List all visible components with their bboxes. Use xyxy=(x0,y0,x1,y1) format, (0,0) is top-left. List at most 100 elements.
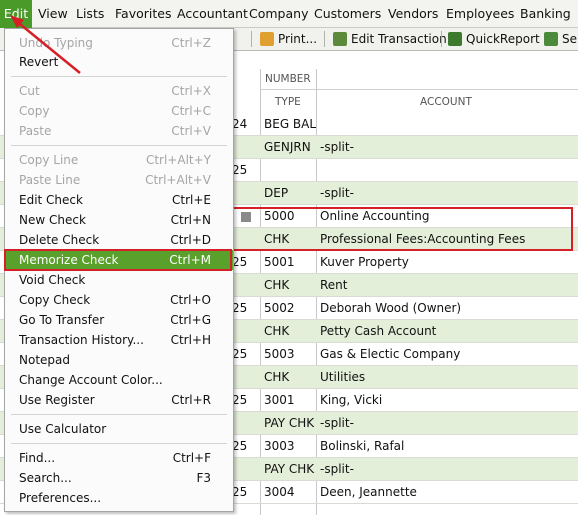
menu-separator xyxy=(11,145,227,146)
menu-item-label: Delete Check xyxy=(19,233,100,247)
menu-employees[interactable]: Employees xyxy=(446,0,514,28)
row-number-type: CHK xyxy=(264,324,290,338)
menu-item-use-calculator[interactable]: Use Calculator xyxy=(5,419,233,439)
print-label: Print... xyxy=(278,32,318,46)
menu-separator xyxy=(11,443,227,444)
menu-item-label: Paste Line xyxy=(19,173,81,187)
menu-item-go-to-transfer[interactable]: Go To Transfer Ctrl+G xyxy=(5,310,233,330)
menu-item-label: Edit Check xyxy=(19,193,83,207)
row-number-type: PAY CHK xyxy=(264,416,315,430)
menu-item-shortcut: Ctrl+R xyxy=(171,393,211,407)
menu-item-transaction-history[interactable]: Transaction History... Ctrl+H xyxy=(5,330,233,350)
menu-item-shortcut: Ctrl+X xyxy=(171,84,211,98)
menu-item-label: Find... xyxy=(19,451,56,465)
menu-item-copy-line: Copy Line Ctrl+Alt+Y xyxy=(5,150,233,170)
menu-item-change-account-color[interactable]: Change Account Color... xyxy=(5,370,233,390)
menu-item-label: Use Calculator xyxy=(19,422,107,436)
row-account: Kuver Property xyxy=(320,255,409,269)
row-date: 25 xyxy=(232,163,248,177)
header-number: NUMBER xyxy=(265,73,311,85)
quickreport-icon xyxy=(448,32,462,46)
row-account: -split- xyxy=(320,140,354,154)
row-account: Bolinski, Rafal xyxy=(320,439,405,453)
quickreport-button[interactable]: QuickReport xyxy=(448,30,540,48)
menu-company[interactable]: Company xyxy=(249,0,308,28)
row-date: 25 xyxy=(232,439,248,453)
menu-customers[interactable]: Customers xyxy=(314,0,381,28)
menu-item-shortcut: Ctrl+F xyxy=(172,451,211,465)
menu-item-shortcut: Ctrl+N xyxy=(170,213,211,227)
edit-transaction-label: Edit Transaction xyxy=(351,32,447,46)
row-date: 25 xyxy=(232,301,248,315)
menu-item-shortcut: Ctrl+Alt+V xyxy=(145,173,211,187)
menu-item-label: Notepad xyxy=(19,353,70,367)
menu-item-edit-check[interactable]: Edit Check Ctrl+E xyxy=(5,190,233,210)
menu-separator xyxy=(11,414,227,415)
menu-favorites[interactable]: Favorites xyxy=(115,0,171,28)
setup-icon xyxy=(544,32,558,46)
menu-item-notepad[interactable]: Notepad xyxy=(5,350,233,370)
edit-icon xyxy=(333,32,347,46)
menu-item-label: Copy xyxy=(19,104,50,118)
print-button[interactable]: Print... xyxy=(260,30,317,48)
edit-transaction-button[interactable]: Edit Transaction xyxy=(333,30,447,48)
menu-item-delete-check[interactable]: Delete Check Ctrl+D xyxy=(5,230,233,250)
row-account: King, Vicki xyxy=(320,393,383,407)
row-date: 25 xyxy=(232,485,248,499)
row-number-type: PAY CHK xyxy=(264,462,315,476)
menu-item-shortcut: Ctrl+Z xyxy=(171,36,211,50)
row-number-type: DEP xyxy=(264,186,289,200)
row-number-type: 5002 xyxy=(264,301,295,315)
menu-item-shortcut: Ctrl+G xyxy=(170,313,211,327)
menu-vendors[interactable]: Vendors xyxy=(388,0,438,28)
menu-item-void-check[interactable]: Void Check xyxy=(5,270,233,290)
menu-item-new-check[interactable]: New Check Ctrl+N xyxy=(5,210,233,230)
menu-item-shortcut: Ctrl+E xyxy=(172,193,211,207)
menu-item-shortcut: Ctrl+C xyxy=(171,104,211,118)
header-type: TYPE xyxy=(275,96,301,108)
setup-button[interactable]: Se xyxy=(544,30,577,48)
toolbar-divider xyxy=(251,31,252,47)
menu-item-shortcut: F3 xyxy=(196,471,211,485)
row-account: Deen, Jeannette xyxy=(320,485,417,499)
row-date: 25 xyxy=(232,393,248,407)
row-account: -split- xyxy=(320,186,354,200)
header-divider xyxy=(260,89,578,90)
menu-item-label: Transaction History... xyxy=(19,333,144,347)
row-account: Utilities xyxy=(320,370,366,384)
menu-item-use-register[interactable]: Use Register Ctrl+R xyxy=(5,390,233,410)
row-account: Deborah Wood (Owner) xyxy=(320,301,462,315)
menu-item-find[interactable]: Find... Ctrl+F xyxy=(5,448,233,468)
menu-item-label: Void Check xyxy=(19,273,86,287)
menu-accountant[interactable]: Accountant xyxy=(177,0,248,28)
menu-item-shortcut: Ctrl+H xyxy=(170,333,211,347)
setup-label: Se xyxy=(562,32,577,46)
menu-banking[interactable]: Banking xyxy=(520,0,571,28)
header-account: ACCOUNT xyxy=(420,96,472,108)
menu-item-label: Use Register xyxy=(19,393,95,407)
menu-item-copy-check[interactable]: Copy Check Ctrl+O xyxy=(5,290,233,310)
annotation-box xyxy=(4,249,232,271)
row-account: Gas & Electic Company xyxy=(320,347,461,361)
row-account: -split- xyxy=(320,462,354,476)
row-number-type: 3003 xyxy=(264,439,295,453)
menu-item-preferences[interactable]: Preferences... xyxy=(5,488,233,508)
toolbar-divider xyxy=(441,31,442,47)
menu-item-copy: Copy Ctrl+C xyxy=(5,101,233,121)
annotation-box xyxy=(232,207,573,251)
row-date: 25 xyxy=(232,347,248,361)
menu-item-search[interactable]: Search... F3 xyxy=(5,468,233,488)
row-number-type: 3004 xyxy=(264,485,295,499)
row-number-type: GENJRN xyxy=(264,140,311,154)
row-number-type: BEG BAL xyxy=(264,117,317,131)
row-number-type: CHK xyxy=(264,278,290,292)
menu-item-paste-line: Paste Line Ctrl+Alt+V xyxy=(5,170,233,190)
row-date: 25 xyxy=(232,255,248,269)
menu-item-shortcut: Ctrl+V xyxy=(171,124,211,138)
menu-item-label: Go To Transfer xyxy=(19,313,105,327)
quickreport-label: QuickReport xyxy=(466,32,540,46)
row-number-type: 3001 xyxy=(264,393,295,407)
menu-item-label: Change Account Color... xyxy=(19,373,163,387)
menu-item-shortcut: Ctrl+O xyxy=(170,293,211,307)
toolbar-divider xyxy=(324,31,325,47)
